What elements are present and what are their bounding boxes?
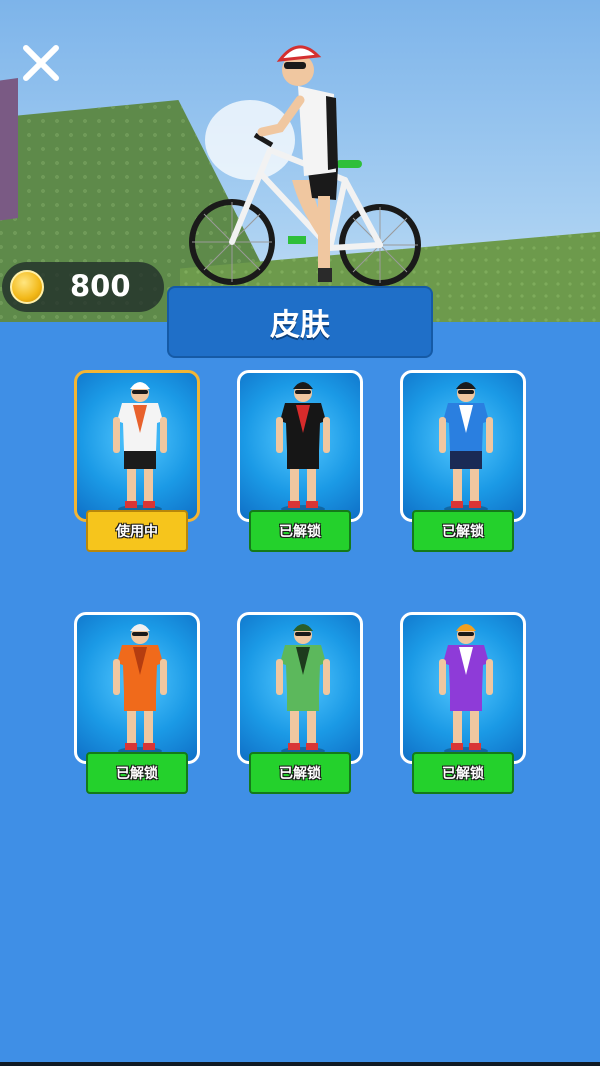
skin-figure <box>276 382 330 513</box>
skin-status-button-6[interactable]: 已解锁 <box>412 752 514 794</box>
page-title: 皮肤 <box>270 308 330 343</box>
skin-status-button-1[interactable]: 使用中 <box>86 510 188 552</box>
skin-card-4[interactable] <box>74 612 200 764</box>
skin-status-button-2[interactable]: 已解锁 <box>249 510 351 552</box>
skin-status-button-4[interactable]: 已解锁 <box>86 752 188 794</box>
coin-icon <box>10 270 44 304</box>
skin-figure <box>439 624 493 755</box>
skin-card-3[interactable] <box>400 370 526 522</box>
skin-card-6[interactable] <box>400 612 526 764</box>
skin-status-button-3[interactable]: 已解锁 <box>412 510 514 552</box>
skin-card-2[interactable] <box>237 370 363 522</box>
title-tab: 皮肤 <box>167 286 433 358</box>
coin-balance: 800 <box>2 262 164 312</box>
skin-figure <box>276 624 330 755</box>
skin-card-5[interactable] <box>237 612 363 764</box>
skin-figure <box>113 624 167 755</box>
skin-status-button-5[interactable]: 已解锁 <box>249 752 351 794</box>
close-button[interactable] <box>18 40 64 86</box>
skin-figure <box>439 382 493 513</box>
bottom-bar <box>0 1062 600 1066</box>
close-icon <box>23 45 59 81</box>
coin-amount: 800 <box>70 269 131 303</box>
skin-card-1[interactable] <box>74 370 200 522</box>
skin-figure <box>113 382 167 513</box>
